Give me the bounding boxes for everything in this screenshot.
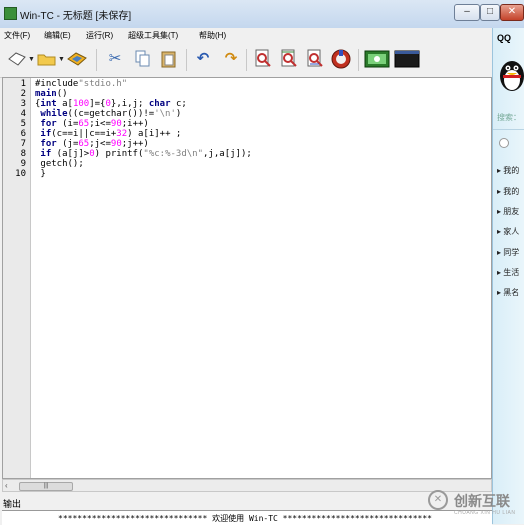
menu-help[interactable]: 帮助(H)	[199, 30, 226, 41]
code-line[interactable]: #include"stdio.h"	[35, 79, 127, 89]
replace-icon[interactable]	[304, 48, 326, 70]
code-line[interactable]: for (i=65;i<=90;i++)	[35, 119, 148, 129]
qq-title: QQ	[497, 33, 512, 43]
watermark: ✕ 创新互联 CHUANG XIN HU LIAN	[428, 488, 524, 522]
output-text: ******************************* 欢迎使用 Win…	[58, 514, 432, 523]
window-title: Win-TC - 无标题 [未保存]	[20, 11, 132, 22]
watermark-subtext: CHUANG XIN HU LIAN	[454, 510, 516, 516]
code-line[interactable]: }	[35, 169, 45, 179]
line-number: 5	[20, 119, 26, 129]
code-line[interactable]: for (j=65;j<=90;j++)	[35, 139, 148, 149]
line-number: 2	[20, 89, 26, 99]
app-icon	[4, 7, 17, 20]
qq-search-input[interactable]: 搜索：	[497, 112, 521, 123]
menu-tools[interactable]: 超级工具集(T)	[128, 30, 178, 41]
qq-group-item[interactable]: ▸ 同学	[497, 247, 519, 258]
watermark-text: 创新互联	[454, 493, 510, 509]
paste-icon[interactable]	[158, 48, 180, 70]
qq-divider	[493, 129, 524, 130]
minimize-button[interactable]: –	[454, 4, 480, 21]
qq-group-item[interactable]: ▸ 我的	[497, 186, 519, 197]
toolbar-separator	[246, 49, 247, 71]
close-button[interactable]: ✕	[500, 4, 524, 21]
code-line[interactable]: if (a[j]>0) printf("%c:%-3d\n",j,a[j]);	[35, 149, 251, 159]
title-bar: Win-TC - 无标题 [未保存] – □ ✕	[0, 0, 524, 29]
copy-icon[interactable]	[132, 48, 154, 70]
toolbar-separator	[186, 49, 187, 71]
code-line[interactable]: if(c==i||c==i+32) a[i]++ ;	[35, 129, 181, 139]
line-number: 6	[20, 129, 26, 139]
chevron-down-icon[interactable]: ▼	[58, 56, 65, 63]
redo-icon[interactable]: ↷	[220, 48, 242, 70]
toolbar-separator	[96, 49, 97, 71]
open-folder-icon[interactable]	[36, 48, 58, 70]
line-number: 7	[20, 139, 26, 149]
code-line[interactable]: getch();	[35, 159, 83, 169]
scroll-left-icon[interactable]: ‹	[5, 481, 8, 490]
scrollbar-thumb[interactable]: |||	[19, 482, 73, 491]
line-number: 9	[20, 159, 26, 169]
output-panel[interactable]: ******************************* 欢迎使用 Win…	[2, 510, 492, 525]
qq-group-item[interactable]: ▸ 生活	[497, 267, 519, 278]
line-number: 4	[20, 109, 26, 119]
cut-icon[interactable]: ✂	[104, 48, 126, 70]
line-number: 10	[15, 169, 26, 179]
console-icon[interactable]	[394, 48, 420, 70]
code-editor[interactable]: 1 2 3 4 5 6 7 8 9 10 #include"stdio.h" m…	[2, 77, 492, 479]
save-disk-icon[interactable]	[66, 48, 88, 70]
maximize-button[interactable]: □	[480, 4, 500, 21]
refresh-icon[interactable]	[330, 48, 352, 70]
qq-group-item[interactable]: ▸ 家人	[497, 226, 519, 237]
menu-file[interactable]: 文件(F)	[4, 30, 30, 41]
find-icon[interactable]	[252, 48, 274, 70]
line-number: 3	[20, 99, 26, 109]
toolbar: ▼ ▼ ✂ ↶ ↷	[0, 43, 492, 78]
menu-run[interactable]: 运行(R)	[86, 30, 113, 41]
qq-group-item[interactable]: ▸ 朋友	[497, 206, 519, 217]
compile-icon[interactable]	[364, 48, 390, 70]
new-file-icon[interactable]	[6, 48, 28, 70]
qq-group-item[interactable]: ▸ 我的	[497, 165, 519, 176]
chevron-down-icon[interactable]: ▼	[28, 56, 35, 63]
menu-bar: 文件(F) 编辑(E) 运行(R) 超级工具集(T) 帮助(H)	[0, 28, 492, 43]
code-line[interactable]: while((c=getchar())!='\n')	[35, 109, 181, 119]
toolbar-separator	[358, 49, 359, 71]
line-number: 1	[20, 79, 26, 89]
watermark-logo-icon: ✕	[428, 490, 448, 510]
code-line[interactable]: main()	[35, 89, 68, 99]
output-label: 输出	[3, 499, 22, 509]
qq-side-panel: QQ 搜索： ▸ 我的 ▸ 我的 ▸ 朋友 ▸ 家人 ▸ 同学 ▸ 生活 ▸ 黑…	[492, 28, 524, 524]
line-number-gutter: 1 2 3 4 5 6 7 8 9 10	[3, 78, 31, 478]
qq-penguin-icon[interactable]	[497, 56, 524, 92]
find-next-icon[interactable]	[278, 48, 300, 70]
horizontal-scrollbar[interactable]: ‹ |||	[2, 479, 492, 492]
qq-status-radio[interactable]	[499, 138, 509, 148]
code-line[interactable]: {int a[100]={0},i,j; char c;	[35, 99, 187, 109]
undo-icon[interactable]: ↶	[192, 48, 214, 70]
qq-group-item[interactable]: ▸ 黑名	[497, 287, 519, 298]
menu-edit[interactable]: 编辑(E)	[44, 30, 71, 41]
line-number: 8	[20, 149, 26, 159]
